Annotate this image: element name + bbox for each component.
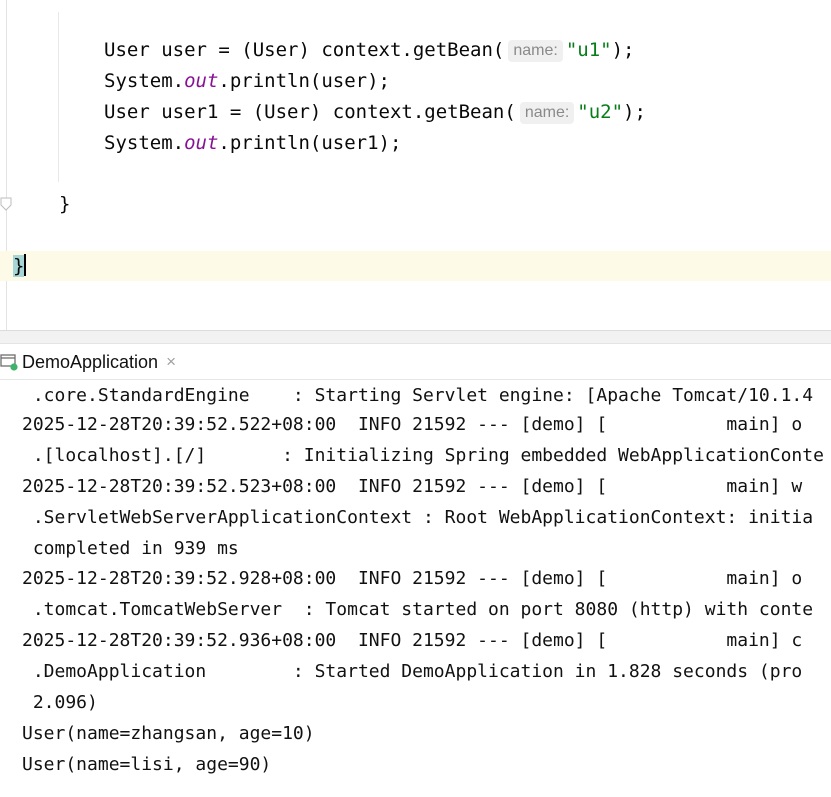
- console-line: .DemoApplication : Started DemoApplicati…: [22, 661, 803, 682]
- code-text: System.: [104, 70, 185, 92]
- code-text: .println(user);: [218, 70, 390, 92]
- console-line: 2025-12-28T20:39:52.936+08:00 INFO 21592…: [22, 630, 803, 651]
- close-icon[interactable]: ×: [166, 352, 176, 372]
- run-tool-window-tabs: DemoApplication ×: [0, 344, 831, 380]
- tab-label: DemoApplication: [22, 351, 159, 372]
- console-line: .[localhost].[/] : Initializing Spring e…: [22, 445, 824, 466]
- class-close-brace: }: [13, 251, 27, 281]
- code-text: User user = (User) context.getBean(: [104, 39, 505, 61]
- indent-guide: [58, 12, 59, 182]
- console-line: User(name=zhangsan, age=10): [22, 723, 315, 744]
- console-line: 2.096): [22, 692, 98, 713]
- caret-row-highlight: [0, 251, 831, 281]
- console-line: completed in 939 ms: [22, 538, 239, 559]
- console-line: User(name=lisi, age=90): [22, 754, 272, 775]
- console-line: .core.StandardEngine : Starting Servlet …: [22, 385, 814, 406]
- param-hint: name:: [508, 40, 563, 62]
- code-text: .println(user1);: [218, 132, 402, 154]
- code-editor[interactable]: User user = (User) context.getBean(name:…: [0, 0, 831, 330]
- code-text: );: [623, 101, 646, 123]
- matched-brace: }: [13, 255, 25, 277]
- console-line: .ServletWebServerApplicationContext : Ro…: [22, 507, 814, 528]
- code-text: System.: [104, 132, 185, 154]
- fold-icon[interactable]: [0, 197, 12, 211]
- code-line-1[interactable]: User user = (User) context.getBean(name:…: [104, 35, 635, 65]
- panel-splitter[interactable]: [0, 330, 831, 344]
- code-line-3[interactable]: User user1 = (User) context.getBean(name…: [104, 97, 646, 127]
- console-line: .tomcat.TomcatWebServer : Tomcat started…: [22, 599, 814, 620]
- code-line-2[interactable]: System.out.println(user);: [104, 66, 390, 96]
- static-field: out: [184, 132, 219, 154]
- tab-demo-application[interactable]: DemoApplication ×: [0, 344, 176, 380]
- method-close-brace: }: [59, 193, 71, 215]
- string-literal: "u2": [577, 101, 624, 123]
- code-text: );: [611, 39, 635, 61]
- param-hint: name:: [519, 102, 575, 124]
- static-field: out: [184, 70, 219, 92]
- code-text: User user1 = (User) context.getBean(: [104, 101, 516, 123]
- console-line: 2025-12-28T20:39:52.522+08:00 INFO 21592…: [22, 414, 803, 435]
- console-line: 2025-12-28T20:39:52.928+08:00 INFO 21592…: [22, 568, 803, 589]
- spring-run-icon: [0, 353, 18, 371]
- text-cursor: [24, 254, 27, 276]
- code-line-4[interactable]: System.out.println(user1);: [104, 128, 401, 158]
- console-line: 2025-12-28T20:39:52.523+08:00 INFO 21592…: [22, 476, 803, 497]
- string-literal: "u1": [565, 39, 612, 61]
- console-output[interactable]: .core.StandardEngine : Starting Servlet …: [0, 380, 831, 797]
